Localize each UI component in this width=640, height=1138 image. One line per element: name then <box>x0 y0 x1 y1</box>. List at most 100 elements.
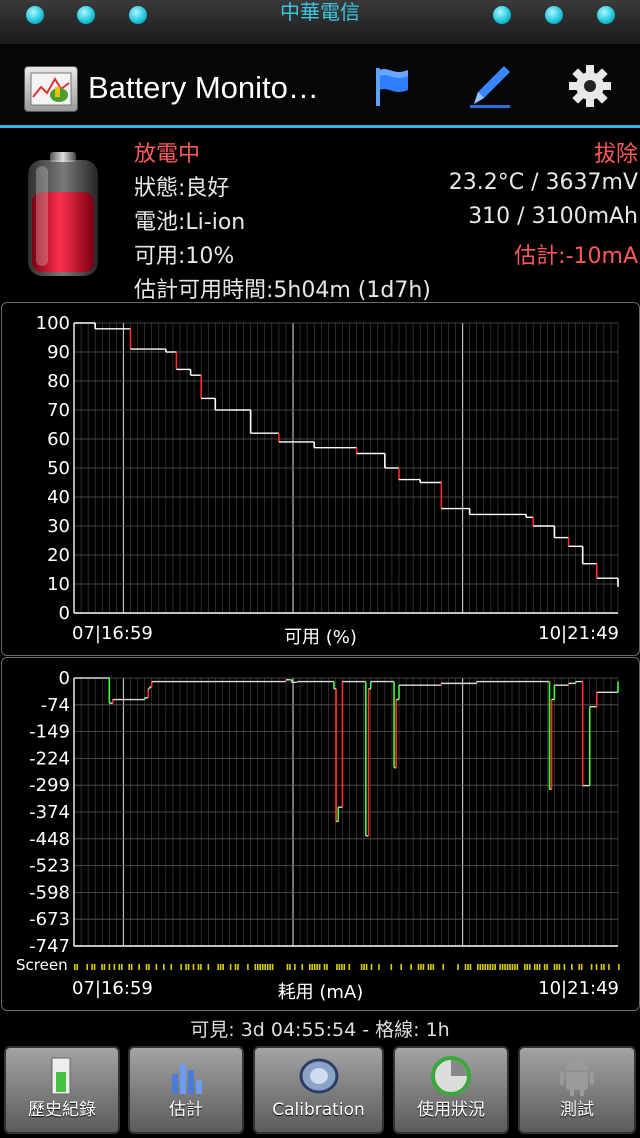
screen-on-marker <box>187 964 190 970</box>
screen-on-marker <box>256 964 259 970</box>
screen-on-marker <box>180 964 182 970</box>
screen-on-marker <box>113 964 116 970</box>
y-tick-label: 50 <box>47 458 70 479</box>
y-tick-label: -374 <box>29 802 70 823</box>
screen-on-marker <box>86 964 88 970</box>
screen-on-marker <box>264 964 266 970</box>
y-tick-label: -598 <box>29 882 70 903</box>
y-tick-label: 30 <box>47 516 70 537</box>
screen-on-marker <box>514 964 516 970</box>
screen-on-marker <box>308 964 311 970</box>
estimate-button-label: 估計 <box>169 1100 203 1120</box>
y-tick-label: 80 <box>47 371 70 392</box>
screen-on-marker <box>477 964 479 970</box>
y-tick-label: -523 <box>29 856 70 877</box>
screen-on-marker <box>618 964 620 970</box>
x-end-label: 10|21:49 <box>538 978 619 999</box>
x-end-label: 10|21:49 <box>538 623 619 644</box>
screen-on-marker <box>234 964 237 970</box>
battery-type: 電池:Li-ion <box>134 210 246 235</box>
y-tick-label: 0 <box>59 668 70 689</box>
screen-on-marker <box>553 964 556 970</box>
status-dot-icon <box>493 6 511 24</box>
calibration-button[interactable]: Calibration <box>253 1046 384 1134</box>
screen-on-marker <box>378 964 380 970</box>
screen-on-marker <box>229 964 232 970</box>
screen-on-marker <box>360 964 363 970</box>
screen-on-marker <box>390 964 393 970</box>
app-logo-icon[interactable] <box>24 66 78 112</box>
screen-on-marker <box>326 964 328 970</box>
battery-capacity: 310 / 3100mAh <box>468 204 638 229</box>
screen-on-marker <box>316 964 318 970</box>
screen-on-marker <box>170 964 173 970</box>
screen-on-marker <box>533 964 536 970</box>
screen-on-marker <box>294 964 296 970</box>
screen-on-marker <box>558 964 561 970</box>
screen-on-marker <box>311 964 313 970</box>
screen-on-marker <box>363 964 365 970</box>
screen-on-marker <box>600 964 603 970</box>
screen-on-marker <box>590 964 593 970</box>
history-icon <box>51 1057 71 1095</box>
usage-button[interactable]: 使用狀況 <box>393 1046 509 1134</box>
screen-on-marker <box>571 964 573 970</box>
screen-on-marker <box>108 964 111 970</box>
battery-available: 可用:10% <box>134 244 235 269</box>
pencil-icon[interactable] <box>466 62 514 110</box>
screen-on-marker <box>511 964 514 970</box>
screen-on-marker <box>155 964 158 970</box>
flag-icon[interactable] <box>366 62 414 110</box>
screen-on-marker <box>192 964 195 970</box>
screen-on-marker <box>417 964 420 970</box>
y-tick-label: -299 <box>29 775 70 796</box>
screen-on-marker <box>608 964 610 970</box>
action-bar: Battery Monito… <box>0 44 640 128</box>
screen-on-marker <box>266 964 269 970</box>
screen-on-marker <box>370 964 373 970</box>
screen-on-marker <box>516 964 519 970</box>
screen-on-marker <box>128 964 130 970</box>
screen-on-marker <box>341 964 343 970</box>
screen-on-marker <box>509 964 511 970</box>
screen-on-marker <box>489 964 492 970</box>
screen-on-marker <box>464 964 467 970</box>
screen-on-marker <box>237 964 239 970</box>
temp-voltage: 23.2°C / 3637mV <box>448 170 638 195</box>
test-button[interactable]: 測試 <box>518 1046 636 1134</box>
calibration-icon <box>299 1058 338 1094</box>
screen-on-marker <box>286 964 289 970</box>
screen-on-marker <box>538 964 541 970</box>
screen-on-marker <box>410 964 412 970</box>
status-bar: 中華電信 <box>0 0 640 44</box>
screen-on-marker <box>467 964 469 970</box>
screen-on-marker <box>595 964 598 970</box>
screen-on-marker <box>603 964 605 970</box>
screen-on-marker <box>76 964 79 970</box>
screen-on-marker <box>484 964 487 970</box>
history-button-label: 歷史紀錄 <box>28 1100 96 1120</box>
current-chart-panel[interactable]: 0 -74 -149 -224 -299 -374 -448 -523 -598 -673 -747… <box>1 657 640 1011</box>
screen-on-marker <box>120 964 123 970</box>
screen-on-marker <box>578 964 581 970</box>
gear-icon[interactable] <box>566 62 614 110</box>
screen-on-marker <box>289 964 291 970</box>
screen-on-marker <box>504 964 506 970</box>
screen-on-marker <box>185 964 187 970</box>
screen-on-marker <box>197 964 200 970</box>
android-icon <box>560 1060 594 1096</box>
status-dot-icon <box>597 6 615 24</box>
estimate-button[interactable]: 估計 <box>128 1046 244 1134</box>
charge-chart: 1009080706050403020100 <box>36 313 619 624</box>
screen-on-marker <box>200 964 202 970</box>
history-button[interactable]: 歷史紀錄 <box>4 1046 120 1134</box>
screen-on-marker <box>543 964 546 970</box>
screen-on-marker <box>427 964 430 970</box>
screen-on-marker <box>536 964 538 970</box>
current-chart: 0 -74 -149 -224 -299 -374 -448 -523 -598 -673 -747 <box>29 668 620 970</box>
charge-chart-panel[interactable]: 100 90 80 70 60 50 40 30 20 10 0 07|16:59 可用 (%) 1… <box>1 302 640 656</box>
y-tick-label: 40 <box>47 487 70 508</box>
screen-on-marker <box>499 964 501 970</box>
y-tick-label: -448 <box>29 829 70 850</box>
screen-on-marker <box>563 964 566 970</box>
